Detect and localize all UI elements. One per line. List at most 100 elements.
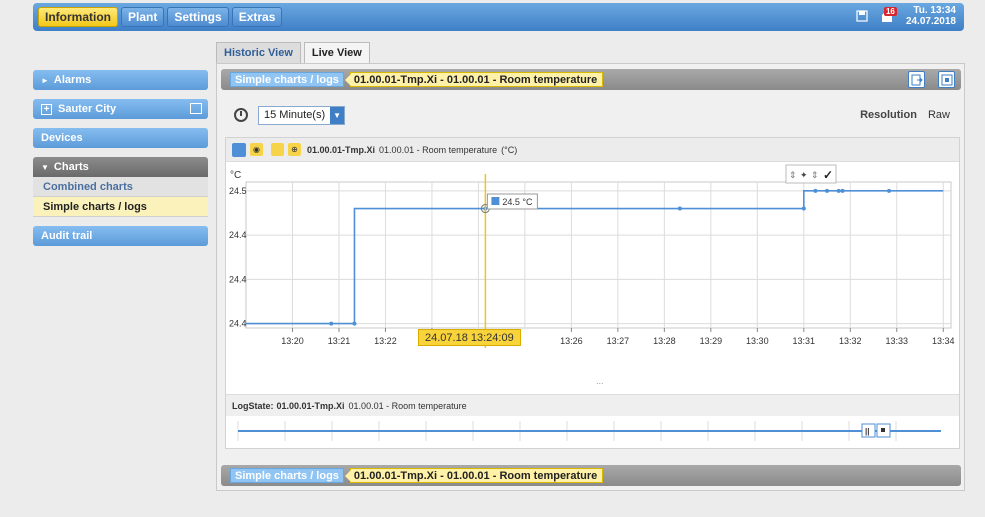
confirm-check-icon[interactable]: ✓ <box>823 168 833 182</box>
x-tick-label: 13:27 <box>607 336 630 346</box>
data-point <box>329 321 334 326</box>
y-axis-label: °C <box>230 170 241 181</box>
cursor-tooltip-swatch <box>491 197 500 205</box>
chart-legend: ◉ ⊕ 01.00.01-Tmp.Xi 01.00.01 - Room temp… <box>226 138 959 162</box>
alarm-bell-icon[interactable]: 16 <box>878 7 897 24</box>
cursor-tooltip-value: 24.5 °C <box>502 197 533 207</box>
chevron-down-icon: ▼ <box>41 162 49 172</box>
image-icon[interactable] <box>190 103 202 114</box>
logstate-header: LogState: 01.00.01-Tmp.Xi 01.00.01 - Roo… <box>226 394 959 416</box>
logstate-timeline[interactable]: || <box>226 416 959 448</box>
zoom-in-icon[interactable]: ⇕ <box>789 170 797 180</box>
datetime-display: Tu. 13:34 24.07.2018 <box>906 5 956 27</box>
logstate-label: LogState: <box>232 400 274 411</box>
export-icon[interactable] <box>908 71 925 88</box>
logstate-desc: 01.00.01 - Room temperature <box>348 400 467 411</box>
menu-extras[interactable]: Extras <box>231 7 283 27</box>
resize-handle[interactable]: ... <box>596 376 604 386</box>
chart-plot-area[interactable]: °C 24.524.424.424.4 13:2013:2113:221313:… <box>226 162 959 392</box>
x-tick-label: 13:22 <box>374 336 397 346</box>
pause-glyph: || <box>865 427 869 436</box>
sidebar-item-label: Audit trail <box>41 230 93 242</box>
menu-settings[interactable]: Settings <box>167 7 229 27</box>
target-icon[interactable]: ⊕ <box>288 143 301 156</box>
data-point <box>887 188 892 193</box>
eye-icon[interactable]: ◉ <box>250 143 263 156</box>
zoom-out-icon[interactable]: ⇕ <box>811 170 819 180</box>
x-tick-label: 13:26 <box>560 336 583 346</box>
data-point <box>813 188 818 193</box>
chevron-right-icon: ► <box>41 75 49 85</box>
main-panel: Simple charts / logs 01.00.01-Tmp.Xi - 0… <box>216 63 965 491</box>
tab-live-view[interactable]: Live View <box>303 42 370 63</box>
sidebar-item-label: Charts <box>53 161 89 173</box>
data-point <box>840 188 845 193</box>
sidebar-item-combined-charts[interactable]: Combined charts <box>33 177 208 197</box>
series-color-swatch[interactable] <box>232 142 246 157</box>
expand-plus-icon[interactable]: + <box>41 103 52 115</box>
chart-series <box>246 188 944 326</box>
data-point <box>836 188 841 193</box>
footer-breadcrumb-section[interactable]: Simple charts / logs <box>230 468 344 483</box>
y-tick-label: 24.4 <box>229 230 247 240</box>
sidebar-item-audit-trail[interactable]: Audit trail <box>33 226 208 246</box>
x-tick-label: 13:28 <box>653 336 676 346</box>
save-icon[interactable] <box>856 10 868 22</box>
panel-header: Simple charts / logs 01.00.01-Tmp.Xi - 0… <box>221 69 961 90</box>
tab-historic-view[interactable]: Historic View <box>216 42 301 63</box>
view-tabs: Historic View Live View <box>216 42 373 63</box>
sidebar-item-devices[interactable]: Devices <box>33 128 208 148</box>
sidebar-item-simple-charts[interactable]: Simple charts / logs <box>33 197 208 217</box>
y-tick-label: 24.4 <box>229 274 247 284</box>
day-time: Tu. 13:34 <box>913 5 956 16</box>
sidebar-item-charts[interactable]: ▼ Charts <box>33 157 208 177</box>
breadcrumb-item: 01.00.01-Tmp.Xi - 01.00.01 - Room temper… <box>344 72 604 87</box>
chart-controls: 15 Minute(s) ▼ Resolution Raw <box>225 100 960 130</box>
series-line <box>246 190 944 325</box>
data-point <box>801 206 806 211</box>
fullscreen-icon[interactable] <box>938 71 955 88</box>
legend-series-unit: (°C) <box>501 144 518 155</box>
y-axis-ticks: 24.5 24.4 24.4 24.4 <box>229 186 247 329</box>
resolution-label: Resolution <box>860 109 917 121</box>
chart-grid <box>245 181 952 329</box>
plot-border <box>245 181 952 329</box>
menu-information[interactable]: Information <box>38 7 118 27</box>
top-menu-bar: Information Plant Settings Extras 16 Tu.… <box>33 3 964 31</box>
x-tick-label: 13:20 <box>281 336 304 346</box>
zoom-toolbar: ⇕ ✦ ⇕ ✓ <box>785 164 837 184</box>
data-point <box>677 206 682 211</box>
logstate-id: 01.00.01-Tmp.Xi <box>276 400 345 411</box>
y-tick-label: 24.5 <box>229 186 247 196</box>
resolution: Resolution Raw <box>860 109 950 121</box>
resolution-value[interactable]: Raw <box>928 109 950 121</box>
data-point <box>825 188 830 193</box>
legend-series-desc: 01.00.01 - Room temperature <box>379 144 498 155</box>
clock-icon <box>234 108 248 122</box>
chart-container: ◉ ⊕ 01.00.01-Tmp.Xi 01.00.01 - Room temp… <box>225 137 960 449</box>
x-tick-label: 13:32 <box>839 336 862 346</box>
timespan-value: 15 Minute(s) <box>264 109 326 121</box>
stop-glyph <box>881 428 885 432</box>
x-tick-label: 13:21 <box>328 336 351 346</box>
alarm-count-badge: 16 <box>883 7 897 16</box>
menu-plant[interactable]: Plant <box>121 7 165 27</box>
timespan-select[interactable]: 15 Minute(s) ▼ <box>258 105 346 125</box>
date: 24.07.2018 <box>905 16 956 27</box>
comment-icon[interactable] <box>271 143 284 156</box>
sidebar-item-alarms[interactable]: ► Alarms <box>33 70 208 90</box>
cursor-time-label: 24.07.18 13:24:09 <box>418 329 521 346</box>
data-point <box>352 321 357 326</box>
y-tick-label: 24.4 <box>229 319 247 329</box>
pan-icon[interactable]: ✦ <box>800 170 808 180</box>
breadcrumb-section[interactable]: Simple charts / logs <box>230 72 344 87</box>
chevron-down-icon[interactable]: ▼ <box>330 106 345 124</box>
x-tick-label: 13:34 <box>932 336 955 346</box>
sidebar-item-label: Devices <box>41 132 83 144</box>
footer-breadcrumb-item: 01.00.01-Tmp.Xi - 01.00.01 - Room temper… <box>344 468 604 483</box>
sidebar-item-site[interactable]: + Sauter City <box>33 99 208 119</box>
x-tick-label: 13:30 <box>746 336 769 346</box>
chart-cursor: 24.5 °C <box>480 174 538 348</box>
x-tick-label: 13:33 <box>886 336 909 346</box>
sidebar-item-label: Sauter City <box>58 103 117 115</box>
